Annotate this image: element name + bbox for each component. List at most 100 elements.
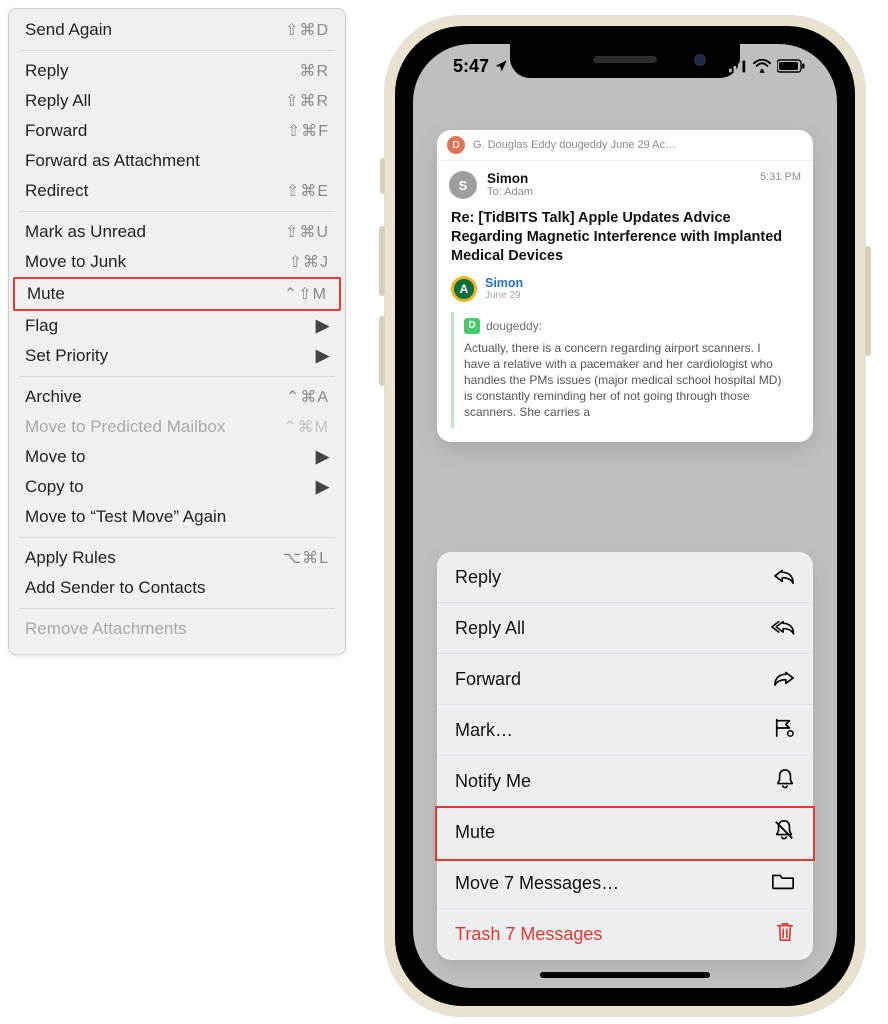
sender-avatar: S: [449, 171, 477, 199]
folder-icon: [771, 871, 795, 896]
menu-shortcut: ⇧⌘F: [287, 121, 329, 141]
menu-separator: [19, 211, 335, 212]
reply-icon: [771, 565, 795, 590]
sheet-item-label: Reply: [455, 567, 501, 588]
menu-item-label: Set Priority: [25, 346, 108, 366]
menu-item-reply-all[interactable]: Reply All ⇧⌘R: [9, 86, 345, 116]
sheet-item-label: Mark…: [455, 720, 513, 741]
power-button: [865, 246, 871, 356]
phone-bezel: 5:47: [395, 26, 855, 1006]
sheet-item-forward[interactable]: Forward: [437, 654, 813, 705]
ios-action-sheet: Reply Reply All Forward: [437, 552, 813, 960]
status-time: 5:47: [453, 56, 489, 77]
menu-shortcut: ⇧⌘R: [285, 91, 329, 111]
email-preview-card[interactable]: D G. Douglas Eddy dougeddy June 29 Ac… S…: [437, 130, 813, 442]
menu-shortcut: ⌥⌘L: [283, 548, 329, 568]
cellular-signal-icon: [729, 59, 747, 73]
avatar: D: [447, 136, 465, 154]
menu-shortcut: ⌃⌘M: [283, 417, 329, 437]
volume-up-button: [379, 226, 385, 296]
sheet-item-mute[interactable]: Mute: [437, 807, 813, 858]
menu-item-label: Forward as Attachment: [25, 151, 200, 171]
quoted-message-block: D dougeddy: Actually, there is a concern…: [451, 312, 799, 429]
sheet-item-mark[interactable]: Mark…: [437, 705, 813, 756]
menu-shortcut: ⇧⌘J: [289, 252, 329, 272]
menu-separator: [19, 537, 335, 538]
menu-shortcut: ⇧⌘D: [285, 20, 329, 40]
sender-name: Simon: [487, 171, 533, 186]
chevron-right-icon: ▶: [316, 477, 329, 497]
home-indicator[interactable]: [540, 972, 710, 978]
phone-screen: 5:47: [413, 44, 837, 988]
menu-item-redirect[interactable]: Redirect ⇧⌘E: [9, 176, 345, 206]
quoted-from-name: dougeddy:: [486, 319, 542, 333]
sheet-item-notify-me[interactable]: Notify Me: [437, 756, 813, 807]
menu-item-remove-attachments: Remove Attachments: [9, 614, 345, 644]
menu-item-send-again[interactable]: Send Again ⇧⌘D: [9, 15, 345, 45]
menu-item-move-to[interactable]: Move to ▶: [9, 442, 345, 472]
sheet-item-reply-all[interactable]: Reply All: [437, 603, 813, 654]
chevron-right-icon: ▶: [316, 316, 329, 336]
sheet-item-reply[interactable]: Reply: [437, 552, 813, 603]
menu-item-label: Redirect: [25, 181, 88, 201]
status-bar: 5:47: [413, 52, 837, 80]
reply-all-icon: [771, 616, 795, 641]
message-time: 5:31 PM: [760, 171, 801, 199]
mute-switch: [380, 158, 385, 194]
chevron-right-icon: ▶: [316, 346, 329, 366]
menu-separator: [19, 50, 335, 51]
menu-item-copy-to[interactable]: Copy to ▶: [9, 472, 345, 502]
message-subject: Re: [TidBITS Talk] Apple Updates Advice …: [437, 203, 813, 276]
menu-item-label: Move to “Test Move” Again: [25, 507, 226, 527]
menu-item-label: Mute: [27, 284, 65, 304]
message-header: S Simon To: Adam 5:31 PM: [437, 161, 813, 203]
previous-thread-text: G. Douglas Eddy dougeddy June 29 Ac…: [473, 139, 676, 151]
quoted-author-date: June 29: [485, 290, 523, 301]
sheet-item-label: Notify Me: [455, 771, 531, 792]
menu-item-forward[interactable]: Forward ⇧⌘F: [9, 116, 345, 146]
bell-slash-icon: [771, 819, 795, 846]
sheet-item-label: Trash 7 Messages: [455, 924, 602, 945]
sheet-item-label: Forward: [455, 669, 521, 690]
menu-item-forward-as-attachment[interactable]: Forward as Attachment: [9, 146, 345, 176]
previous-thread-row: D G. Douglas Eddy dougeddy June 29 Ac…: [437, 130, 813, 161]
menu-item-label: Mark as Unread: [25, 222, 146, 242]
menu-shortcut: ⌃⌘A: [286, 387, 329, 407]
sheet-item-move-messages[interactable]: Move 7 Messages…: [437, 858, 813, 909]
trash-icon: [771, 921, 795, 948]
bell-icon: [771, 768, 795, 795]
flag-icon: [771, 718, 795, 743]
battery-icon: [777, 59, 805, 73]
quoted-author-row: A Simon June 29: [437, 276, 813, 304]
location-services-icon: [492, 59, 510, 73]
menu-item-label: Apply Rules: [25, 548, 116, 568]
quoted-body-text: Actually, there is a concern regarding a…: [464, 340, 789, 421]
menu-item-reply[interactable]: Reply ⌘R: [9, 56, 345, 86]
sheet-item-label: Move 7 Messages…: [455, 873, 619, 894]
quoted-from-avatar: D: [464, 318, 480, 334]
menu-shortcut: ⇧⌘E: [286, 181, 329, 201]
menu-item-label: Move to Junk: [25, 252, 126, 272]
menu-item-label: Remove Attachments: [25, 619, 187, 639]
menu-item-mark-as-unread[interactable]: Mark as Unread ⇧⌘U: [9, 217, 345, 247]
menu-item-label: Reply All: [25, 91, 91, 111]
iphone-device-frame: 5:47: [385, 16, 865, 1016]
menu-item-label: Send Again: [25, 20, 112, 40]
forward-icon: [771, 667, 795, 692]
menu-shortcut: ⇧⌘U: [285, 222, 329, 242]
menu-item-set-priority[interactable]: Set Priority ▶: [9, 341, 345, 371]
menu-separator: [19, 376, 335, 377]
menu-item-move-to-junk[interactable]: Move to Junk ⇧⌘J: [9, 247, 345, 277]
menu-shortcut: ⌘R: [299, 61, 329, 81]
menu-item-flag[interactable]: Flag ▶: [9, 311, 345, 341]
sheet-item-trash-messages[interactable]: Trash 7 Messages: [437, 909, 813, 960]
menu-item-move-to-test-move-again[interactable]: Move to “Test Move” Again: [9, 502, 345, 532]
menu-item-apply-rules[interactable]: Apply Rules ⌥⌘L: [9, 543, 345, 573]
menu-item-move-to-predicted-mailbox: Move to Predicted Mailbox ⌃⌘M: [9, 412, 345, 442]
menu-item-archive[interactable]: Archive ⌃⌘A: [9, 382, 345, 412]
menu-item-label: Forward: [25, 121, 87, 141]
menu-item-mute[interactable]: Mute ⌃⇧M: [13, 277, 341, 311]
menu-item-label: Move to: [25, 447, 85, 467]
menu-item-add-sender-to-contacts[interactable]: Add Sender to Contacts: [9, 573, 345, 603]
menu-shortcut: ⌃⇧M: [284, 284, 327, 304]
